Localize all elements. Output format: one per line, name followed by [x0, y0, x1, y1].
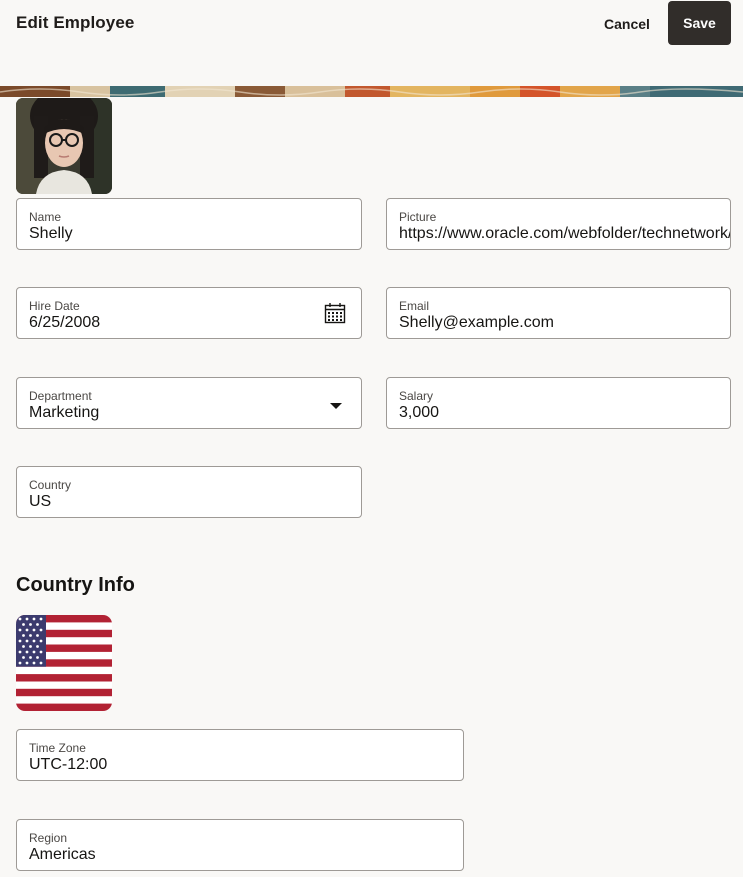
email-input[interactable]: Shelly@example.com: [399, 314, 718, 332]
department-label: Department: [29, 389, 92, 403]
time-zone-field[interactable]: Time Zone UTC-12:00: [16, 729, 464, 781]
caret-down-icon[interactable]: [329, 398, 343, 409]
department-select[interactable]: Department Marketing: [16, 377, 362, 429]
name-label: Name: [29, 210, 62, 224]
employee-avatar: [16, 98, 112, 194]
edit-employee-page: Edit Employee Cancel Save Name Shelly Pi…: [0, 0, 743, 877]
hire-date-label: Hire Date: [29, 299, 80, 313]
time-zone-label: Time Zone: [29, 741, 86, 755]
cancel-button[interactable]: Cancel: [598, 2, 656, 46]
picture-field[interactable]: Picture https://www.oracle.com/webfolder…: [386, 198, 731, 250]
salary-label: Salary: [399, 389, 434, 403]
calendar-icon[interactable]: [323, 301, 347, 325]
region-label: Region: [29, 831, 68, 845]
picture-label: Picture: [399, 210, 437, 224]
email-field[interactable]: Email Shelly@example.com: [386, 287, 731, 339]
region-field[interactable]: Region Americas: [16, 819, 464, 871]
country-info-heading: Country Info: [16, 574, 135, 596]
salary-field[interactable]: Salary 3,000: [386, 377, 731, 429]
country-input[interactable]: US: [29, 493, 349, 511]
region-input[interactable]: Americas: [29, 846, 451, 864]
time-zone-input[interactable]: UTC-12:00: [29, 756, 451, 774]
email-label: Email: [399, 299, 430, 313]
name-field[interactable]: Name Shelly: [16, 198, 362, 250]
page-title: Edit Employee: [16, 13, 135, 32]
department-value[interactable]: Marketing: [29, 404, 349, 422]
save-button[interactable]: Save: [668, 1, 731, 45]
country-field[interactable]: Country US: [16, 466, 362, 518]
salary-input[interactable]: 3,000: [399, 404, 718, 422]
country-label: Country: [29, 478, 72, 492]
hire-date-field[interactable]: Hire Date 6/25/2008: [16, 287, 362, 339]
hire-date-input[interactable]: 6/25/2008: [29, 314, 349, 332]
name-input[interactable]: Shelly: [29, 225, 349, 243]
header-banner-image: [0, 85, 743, 97]
picture-input[interactable]: https://www.oracle.com/webfolder/technet…: [399, 225, 730, 243]
page-header: Edit Employee Cancel Save: [0, 0, 743, 50]
us-flag-icon: [16, 615, 112, 711]
